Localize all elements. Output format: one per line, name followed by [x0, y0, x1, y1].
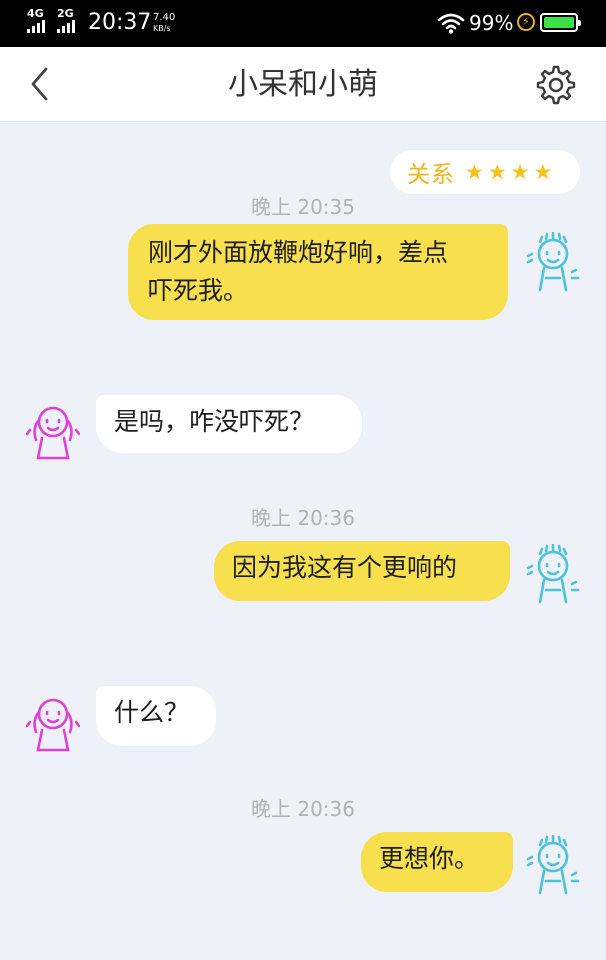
- my-avatar-icon[interactable]: [526, 544, 580, 608]
- battery-percent: 99%: [469, 11, 514, 35]
- battery-icon: [540, 13, 581, 32]
- star-icon: ★: [533, 160, 553, 184]
- relationship-stars: ★ ★ ★ ★: [465, 160, 552, 184]
- signal-1-icon: [27, 20, 45, 33]
- message-text: 因为我这有个更响的: [232, 553, 458, 582]
- network-speed: 7.40 KB/s: [153, 12, 175, 34]
- my-avatar-icon[interactable]: [526, 835, 580, 899]
- status-time: 20:37: [88, 10, 152, 35]
- message-text: 刚才外面放鞭炮好响，差点 吓死我。: [148, 238, 449, 305]
- message-timestamp: 晚上 20:36: [251, 797, 355, 821]
- wifi-icon: [437, 13, 465, 34]
- message-text: 什么？: [114, 698, 190, 727]
- network-type-1: 4G: [27, 7, 44, 20]
- incoming-message-bubble[interactable]: 是吗，咋没吓死？: [96, 395, 362, 453]
- star-icon: ★: [487, 160, 507, 184]
- message-timestamp: 晚上 20:35: [251, 195, 355, 219]
- outgoing-message-bubble[interactable]: 因为我这有个更响的: [214, 541, 510, 601]
- page-title: 小呆和小萌: [228, 67, 378, 102]
- relationship-label: 关系: [407, 162, 455, 188]
- chat-header: 小呆和小萌: [0, 47, 606, 122]
- status-bar: 4G 2G 20:37 7.40 KB/s 99% ⚡: [0, 0, 606, 47]
- message-text: 更想你。: [379, 844, 480, 873]
- incoming-message-bubble[interactable]: 什么？: [96, 686, 216, 746]
- my-avatar-icon[interactable]: [526, 232, 580, 296]
- network-type-2: 2G: [57, 7, 74, 20]
- gear-icon: [536, 65, 576, 105]
- battery-fill: [544, 17, 574, 28]
- network-speed-value: 7.40: [153, 12, 176, 23]
- settings-button[interactable]: [536, 65, 576, 105]
- outgoing-message-bubble[interactable]: 更想你。: [361, 832, 513, 892]
- charging-icon: ⚡: [517, 13, 535, 31]
- network-speed-unit: KB/s: [153, 24, 171, 33]
- relationship-badge[interactable]: 关系 ★ ★ ★ ★: [390, 150, 580, 194]
- message-text: 是吗，咋没吓死？: [114, 407, 315, 436]
- signal-2-icon: [57, 20, 75, 33]
- partner-avatar-icon[interactable]: [26, 400, 80, 464]
- partner-avatar-icon[interactable]: [26, 692, 80, 756]
- message-timestamp: 晚上 20:36: [251, 506, 355, 530]
- star-icon: ★: [510, 160, 530, 184]
- outgoing-message-bubble[interactable]: 刚才外面放鞭炮好响，差点 吓死我。: [128, 224, 508, 320]
- star-icon: ★: [465, 160, 484, 184]
- chat-area[interactable]: 关系 ★ ★ ★ ★ 晚上 20:35 刚才外面放鞭炮好响，差点 吓死我。 是吗…: [0, 122, 606, 960]
